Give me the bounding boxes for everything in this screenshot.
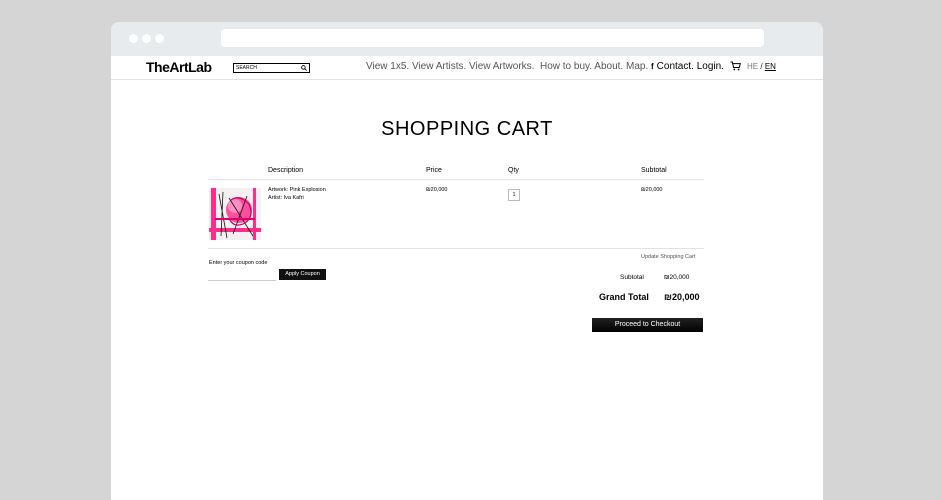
items-divider [208, 248, 704, 249]
header-divider [208, 179, 704, 180]
language-switcher: HE / EN [747, 62, 776, 71]
facebook-icon[interactable]: f [651, 62, 654, 71]
header-qty: Qty [508, 167, 519, 174]
nav-map[interactable]: Map. [626, 61, 648, 72]
subtotal-label: Subtotal [620, 274, 644, 281]
browser-window: TheArtLab View 1x5. View Artists. View A… [111, 22, 823, 500]
item-subtotal: ₪20,000 [641, 187, 663, 193]
nav-about[interactable]: About. [594, 61, 623, 72]
artwork-image [209, 188, 261, 240]
item-price: ₪20,000 [426, 187, 448, 193]
login-link[interactable]: Login. [697, 61, 724, 72]
nav-view-artists[interactable]: View Artists. [412, 61, 466, 72]
window-dot [142, 34, 151, 43]
update-cart-link[interactable]: Update Shopping Cart [641, 254, 695, 260]
cart-icon[interactable] [730, 61, 741, 71]
coupon-label: Enter your coupon code [209, 260, 268, 266]
grand-total-value: ₪20,000 [664, 292, 700, 302]
search-icon[interactable] [301, 65, 307, 71]
artwork-thumbnail[interactable] [209, 188, 261, 240]
proceed-to-checkout-button[interactable]: Proceed to Checkout [592, 318, 703, 332]
nav-how-to-buy[interactable]: How to buy. [540, 61, 592, 72]
account-nav: f Contact. Login. [651, 61, 741, 72]
header-subtotal: Subtotal [641, 167, 667, 174]
apply-coupon-button[interactable]: Apply Coupon [279, 269, 326, 280]
search-box[interactable] [233, 63, 310, 73]
contact-link[interactable]: Contact. [657, 61, 694, 72]
lang-en[interactable]: EN [765, 62, 776, 71]
item-artist-name[interactable]: Artist: Iva Kafri [268, 194, 326, 202]
grand-total-label: Grand Total [599, 292, 649, 302]
site-header: TheArtLab View 1x5. View Artists. View A… [111, 56, 823, 80]
page-title: SHOPPING CART [381, 118, 553, 140]
window-dot [129, 34, 138, 43]
search-input[interactable] [236, 64, 296, 72]
address-bar[interactable] [221, 29, 764, 47]
lang-separator: / [760, 62, 763, 71]
subtotal-value: ₪20,000 [664, 274, 690, 281]
coupon-input[interactable] [208, 280, 276, 281]
window-dot [155, 34, 164, 43]
item-qty-input[interactable]: 1 [508, 189, 520, 201]
nav-view-1x5[interactable]: View 1x5. [366, 61, 409, 72]
header-description: Description [268, 167, 304, 174]
item-artwork-name[interactable]: Artwork: Pink Explosion [268, 186, 326, 194]
main-nav: View 1x5. View Artists. View Artworks. H… [366, 61, 648, 72]
lang-he[interactable]: HE [747, 62, 758, 71]
nav-view-artworks[interactable]: View Artworks. [469, 61, 534, 72]
site-logo[interactable]: TheArtLab [146, 59, 212, 75]
header-price: Price [426, 167, 442, 174]
browser-chrome [111, 22, 823, 56]
item-details: Artwork: Pink Explosion Artist: Iva Kafr… [268, 186, 326, 202]
